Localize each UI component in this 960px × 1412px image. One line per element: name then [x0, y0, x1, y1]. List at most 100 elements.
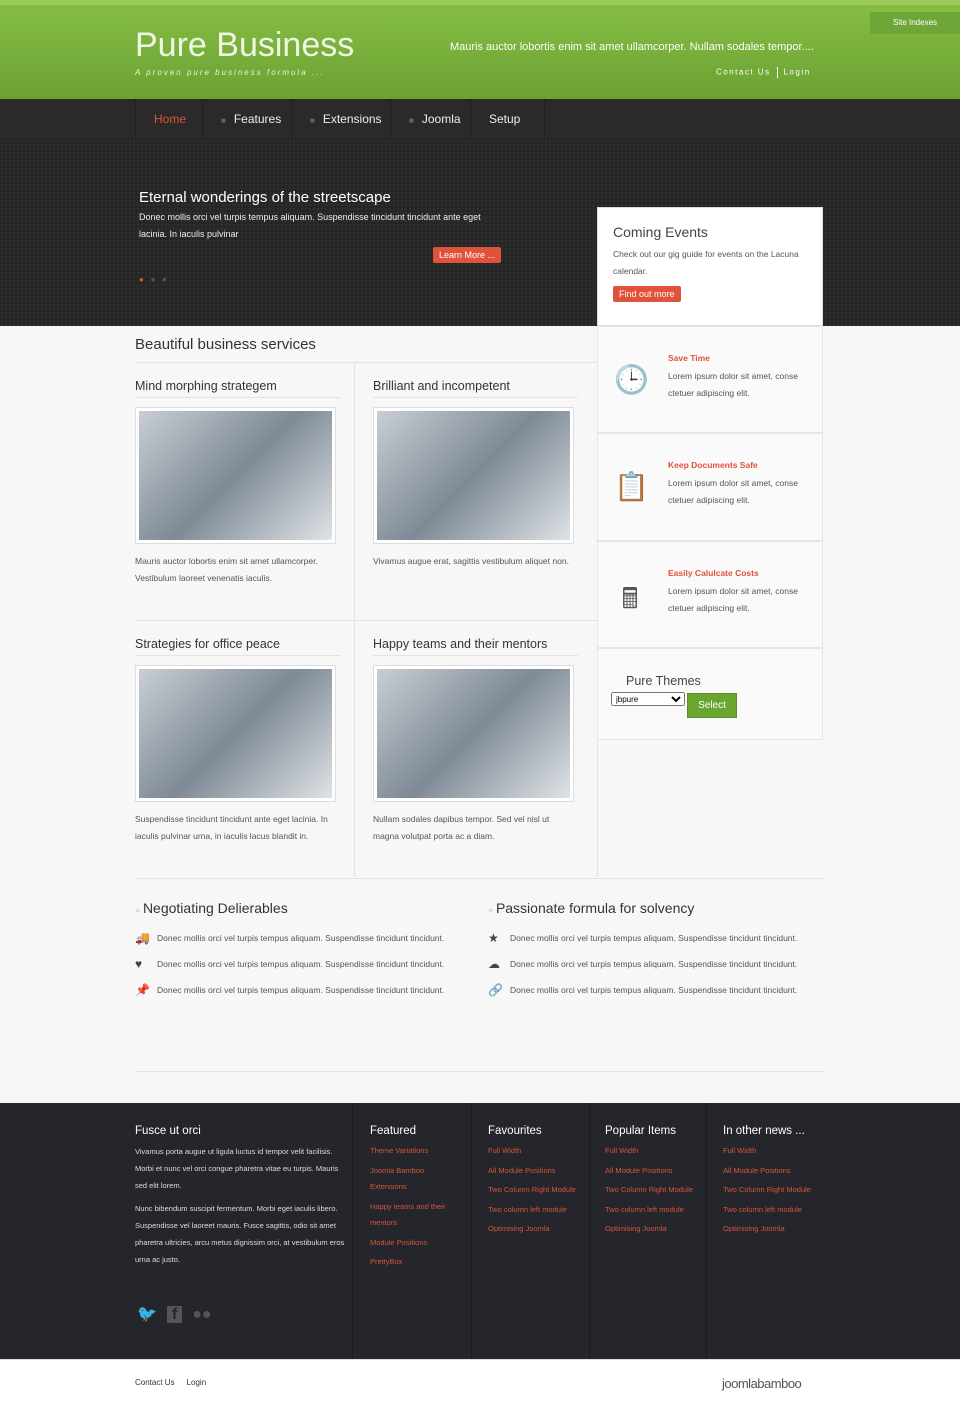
module-text: Lorem ipsum dolor sit amet, conse ctetue… [668, 586, 798, 613]
footer-link[interactable]: Optimising Joomla [723, 1221, 823, 1238]
footer-link[interactable]: Theme Variations [370, 1143, 460, 1160]
section-title: Beautiful business services [135, 336, 316, 353]
nav-setup[interactable]: Setup [471, 99, 545, 139]
login-link[interactable]: Login [187, 1378, 207, 1387]
footer-title: Featured [370, 1125, 417, 1137]
heart-icon: ♥ [135, 957, 143, 971]
hero-title: Eternal wonderings of the streetscape [139, 189, 391, 206]
slide-dot[interactable]: ● [139, 275, 144, 284]
site-indexes-button[interactable]: Site Indexes [870, 12, 960, 34]
sidebar-module: 🕒 Save Time Lorem ipsum dolor sit amet, co… [597, 326, 823, 433]
divider [597, 740, 598, 877]
facebook-icon[interactable]: f [166, 1306, 183, 1323]
footer-link[interactable]: PrettyBox [370, 1254, 460, 1271]
bullet-icon: ● [135, 905, 143, 915]
footer-link[interactable]: Two Column Right Module [723, 1182, 823, 1199]
footer-link[interactable]: Full Width [605, 1143, 705, 1160]
card-text: Nullam sodales dapibus tempor. Sed vel n… [373, 814, 550, 841]
card-text: Vivamus augue erat, sagittis vestibulum … [373, 556, 569, 566]
logo[interactable]: Pure Business [135, 26, 354, 65]
feature-column: ● Negotiating Delierables 🚚 Donec mollis … [135, 900, 445, 1008]
twitter-icon[interactable]: 🐦 [137, 1306, 157, 1323]
find-out-more-button[interactable]: Find out more [613, 286, 681, 302]
bullet-icon: ● [488, 905, 496, 915]
card-text: Mauris auctor lobortis enim sit amet ull… [135, 556, 318, 583]
sidebar-module: 📋 Keep Documents Safe Lorem ipsum dolor si… [597, 433, 823, 541]
header-text: Mauris auctor lobortis enim sit amet ull… [450, 41, 814, 53]
divider [135, 1071, 824, 1072]
footer-link[interactable]: Full Width [488, 1143, 588, 1160]
footer-link[interactable]: Module Positions [370, 1235, 460, 1252]
truck-icon: 🚚 [135, 931, 150, 945]
footer-link[interactable]: Full Width [723, 1143, 823, 1160]
feature-text: Donec mollis orci vel turpis tempus aliq… [157, 933, 445, 943]
footer-text: Vivamus porta augue ut ligula luctus id … [135, 1147, 339, 1190]
joomlabamboo-logo[interactable]: joomlabamboo [722, 1376, 802, 1391]
social-links: 🐦 f ●● [137, 1304, 222, 1324]
module-title[interactable]: Keep Documents Safe [668, 460, 758, 470]
divider [589, 1103, 590, 1359]
footer-link[interactable]: Happy teams and their mentors [370, 1199, 460, 1232]
flickr-icon[interactable]: ●● [192, 1306, 211, 1323]
nav-label: Joomla [421, 112, 461, 126]
card-image[interactable] [373, 407, 574, 544]
nav-label: Features [233, 112, 282, 126]
card-title: Mind morphing strategem [135, 379, 277, 393]
nav-joomla[interactable]: ■ Joomla [391, 99, 471, 139]
clipboard-icon: 📋 [614, 471, 649, 502]
feature-item: 🚚 Donec mollis orci vel turpis tempus ali… [135, 930, 445, 947]
nav-extensions[interactable]: ■ Extensions [292, 99, 391, 139]
module-text: Lorem ipsum dolor sit amet, conse ctetue… [668, 478, 798, 505]
footer-column-popular: Popular Items Full Width All Module Positi… [605, 1125, 705, 1241]
nav-home[interactable]: Home [135, 99, 203, 139]
footer-title: Popular Items [605, 1125, 676, 1137]
card-text: Suspendisse tincidunt tincidunt ante ege… [135, 814, 328, 841]
bottom-links: Contact Us Login [135, 1378, 218, 1387]
footer-link[interactable]: Two column left module [723, 1202, 823, 1219]
feature-text: Donec mollis orci vel turpis tempus aliq… [510, 959, 798, 969]
theme-select[interactable]: jbpure [611, 692, 685, 706]
footer-link[interactable]: Two Column Right Module [605, 1182, 705, 1199]
footer-link[interactable]: Two column left module [605, 1202, 705, 1219]
nav-features[interactable]: ■ Features [203, 99, 292, 139]
footer-link[interactable]: Two Column Right Module [488, 1182, 588, 1199]
select-button[interactable]: Select [687, 693, 737, 718]
bullet-icon: ■ [409, 116, 414, 125]
service-card: Brilliant and incompetent Vivamus augue e… [373, 362, 613, 620]
module-title[interactable]: Save Time [668, 353, 710, 363]
card-image[interactable] [135, 665, 336, 802]
events-title: Coming Events [613, 224, 708, 240]
cloud-icon: ☁ [488, 957, 500, 971]
nav-label: Home [154, 112, 187, 126]
login-link[interactable]: Login [784, 68, 811, 77]
divider [352, 1103, 353, 1359]
card-image[interactable] [373, 665, 574, 802]
footer-link[interactable]: Optimising Joomla [605, 1221, 705, 1238]
card-title: Strategies for office peace [135, 637, 280, 651]
feature-column: ● Passionate formula for solvency ★ Donec… [488, 900, 798, 1008]
module-title[interactable]: Easily Calulcate Costs [668, 568, 759, 578]
footer-link[interactable]: All Module Positions [723, 1163, 823, 1180]
slide-dots: ● ● ● [139, 275, 167, 284]
divider [706, 1103, 707, 1359]
footer-link[interactable]: All Module Positions [488, 1163, 588, 1180]
feature-text: Donec mollis orci vel turpis tempus aliq… [157, 985, 445, 995]
feature-title-text: Negotiating Delierables [142, 900, 288, 916]
footer-text: Nunc bibendum suscipit fermentum. Morbi … [135, 1204, 345, 1264]
feature-title-text: Passionate formula for solvency [495, 900, 695, 916]
card-image[interactable] [135, 407, 336, 544]
feature-text: Donec mollis orci vel turpis tempus aliq… [510, 933, 798, 943]
footer-link[interactable]: Joomla Bamboo Extensions [370, 1163, 460, 1196]
footer-about: Fusce ut orci Vivamus porta augue ut lig… [135, 1125, 350, 1274]
slide-dot[interactable]: ● [162, 275, 167, 284]
learn-more-button[interactable]: Learn More ... [433, 247, 502, 263]
footer-link[interactable]: All Module Positions [605, 1163, 705, 1180]
main-nav: Home ■ Features ■ Extensions ■ Joomla Setup [0, 99, 960, 139]
feature-title: ● Negotiating Delierables [135, 900, 445, 916]
footer-title: In other news ... [723, 1125, 805, 1137]
footer-link[interactable]: Optimising Joomla [488, 1221, 588, 1238]
footer-link[interactable]: Two column left module [488, 1202, 588, 1219]
contact-link[interactable]: Contact Us [135, 1378, 175, 1387]
contact-link[interactable]: Contact Us [716, 68, 771, 77]
slide-dot[interactable]: ● [151, 275, 156, 284]
